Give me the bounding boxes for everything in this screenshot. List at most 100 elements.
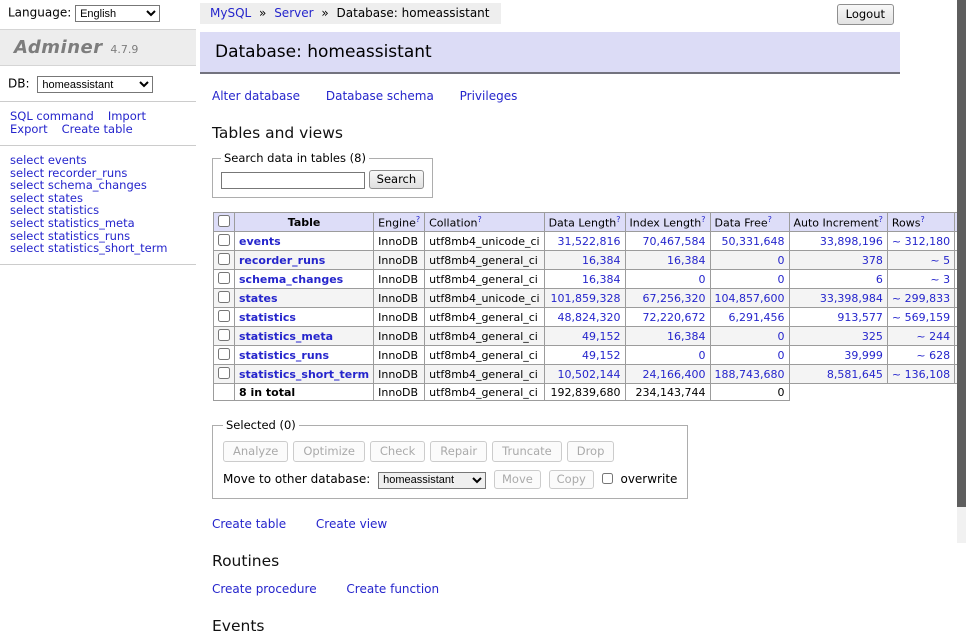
rows-cell[interactable]: ~ 299,833 (887, 289, 954, 308)
breadcrumb-item[interactable]: MySQL (210, 6, 251, 20)
create-function-link[interactable]: Create function (346, 582, 439, 596)
copy-button[interactable]: Copy (549, 470, 594, 489)
data-length-cell[interactable]: 49,152 (544, 346, 625, 365)
help-link[interactable]: ? (616, 215, 620, 224)
help-link[interactable]: ? (879, 215, 883, 224)
privileges-link[interactable]: Privileges (460, 89, 518, 103)
sidebar-sql-command-link[interactable]: SQL command (10, 109, 94, 123)
logout-button[interactable]: Logout (837, 4, 894, 25)
check-button[interactable]: Check (370, 441, 425, 462)
table-name-link[interactable]: recorder_runs (239, 254, 325, 267)
index-length-cell[interactable]: 16,384 (625, 327, 710, 346)
row-checkbox[interactable] (218, 310, 230, 322)
help-link[interactable]: ? (768, 215, 772, 224)
data-free-cell[interactable]: 0 (710, 346, 789, 365)
data-free-cell[interactable]: 6,291,456 (710, 308, 789, 327)
vertical-scrollbar[interactable] (957, 0, 966, 543)
help-link[interactable]: ? (477, 215, 481, 224)
alter-database-link[interactable]: Alter database (212, 89, 300, 103)
data-free-cell[interactable]: 188,743,680 (710, 365, 789, 384)
data-free-cell[interactable]: 0 (710, 327, 789, 346)
search-input[interactable] (221, 172, 365, 189)
rows-cell[interactable]: ~ 5 (887, 251, 954, 270)
scrollbar-thumb[interactable] (957, 0, 966, 507)
truncate-button[interactable]: Truncate (492, 441, 562, 462)
db-select[interactable]: homeassistant (37, 76, 153, 93)
create-procedure-link[interactable]: Create procedure (212, 582, 317, 596)
index-length-cell[interactable]: 24,166,400 (625, 365, 710, 384)
help-link[interactable]: ? (416, 215, 420, 224)
auto-increment-cell[interactable]: 8,581,645 (789, 365, 887, 384)
sidebar-select-link[interactable]: select statistics_short_term (10, 242, 196, 255)
auto-increment-cell[interactable]: 378 (789, 251, 887, 270)
rows-cell[interactable]: ~ 3 (887, 270, 954, 289)
rows-cell[interactable]: ~ 628 (887, 346, 954, 365)
data-free-cell[interactable]: 50,331,648 (710, 232, 789, 251)
row-checkbox[interactable] (218, 253, 230, 265)
drop-button[interactable]: Drop (567, 441, 615, 462)
optimize-button[interactable]: Optimize (293, 441, 365, 462)
table-name-link[interactable]: statistics_meta (239, 330, 333, 343)
rows-cell[interactable]: ~ 312,180 (887, 232, 954, 251)
repair-button[interactable]: Repair (430, 441, 487, 462)
index-length-cell[interactable]: 70,467,584 (625, 232, 710, 251)
sidebar-create-table-link[interactable]: Create table (62, 122, 133, 136)
row-checkbox[interactable] (218, 329, 230, 341)
rows-cell[interactable]: ~ 569,159 (887, 308, 954, 327)
create-view-link[interactable]: Create view (316, 517, 387, 531)
data-length-cell[interactable]: 16,384 (544, 251, 625, 270)
move-db-select[interactable]: homeassistant (378, 472, 486, 489)
analyze-button[interactable]: Analyze (223, 441, 288, 462)
sidebar-import-link[interactable]: Import (108, 109, 146, 123)
rows-cell[interactable]: ~ 136,108 (887, 365, 954, 384)
sidebar-export-link[interactable]: Export (10, 122, 48, 136)
table-name-link[interactable]: states (239, 292, 278, 305)
sidebar-select-link[interactable]: select events (10, 154, 196, 167)
row-checkbox[interactable] (218, 291, 230, 303)
data-free-cell[interactable]: 0 (710, 251, 789, 270)
table-name-link[interactable]: statistics_short_term (239, 368, 369, 381)
create-table-link[interactable]: Create table (212, 517, 286, 531)
help-link[interactable]: ? (701, 215, 705, 224)
language-select[interactable]: English (75, 5, 160, 22)
search-legend: Search data in tables (8) (221, 151, 369, 165)
help-link[interactable]: ? (920, 215, 924, 224)
auto-increment-cell[interactable]: 33,898,196 (789, 232, 887, 251)
data-length-cell[interactable]: 16,384 (544, 270, 625, 289)
row-checkbox[interactable] (218, 367, 230, 379)
index-length-cell[interactable]: 0 (625, 270, 710, 289)
data-free-cell[interactable]: 104,857,600 (710, 289, 789, 308)
auto-increment-cell[interactable]: 913,577 (789, 308, 887, 327)
index-length-cell[interactable]: 67,256,320 (625, 289, 710, 308)
move-button[interactable]: Move (494, 470, 541, 489)
row-checkbox[interactable] (218, 234, 230, 246)
table-name-link[interactable]: statistics_runs (239, 349, 329, 362)
auto-increment-cell[interactable]: 6 (789, 270, 887, 289)
breadcrumb-item[interactable]: Server (274, 6, 313, 20)
index-length-cell[interactable]: 0 (625, 346, 710, 365)
rows-cell[interactable]: ~ 244 (887, 327, 954, 346)
overwrite-checkbox[interactable] (602, 473, 613, 484)
table-name-link[interactable]: events (239, 235, 281, 248)
data-length-cell[interactable]: 101,859,328 (544, 289, 625, 308)
data-length-cell[interactable]: 48,824,320 (544, 308, 625, 327)
auto-increment-cell[interactable]: 33,398,984 (789, 289, 887, 308)
select-all-checkbox[interactable] (218, 215, 230, 227)
index-length-cell[interactable]: 72,220,672 (625, 308, 710, 327)
sidebar-select-link[interactable]: select schema_changes (10, 179, 196, 192)
auto-increment-cell[interactable]: 39,999 (789, 346, 887, 365)
search-button[interactable]: Search (369, 170, 425, 189)
data-free-cell[interactable]: 0 (710, 270, 789, 289)
data-length-cell[interactable]: 10,502,144 (544, 365, 625, 384)
data-length-cell[interactable]: 31,522,816 (544, 232, 625, 251)
row-checkbox[interactable] (218, 272, 230, 284)
sidebar-select-link[interactable]: select statistics_meta (10, 217, 196, 230)
table-name-link[interactable]: statistics (239, 311, 296, 324)
row-checkbox[interactable] (218, 348, 230, 360)
overwrite-label[interactable]: overwrite (620, 472, 677, 486)
index-length-cell[interactable]: 16,384 (625, 251, 710, 270)
table-name-link[interactable]: schema_changes (239, 273, 343, 286)
auto-increment-cell[interactable]: 325 (789, 327, 887, 346)
database-schema-link[interactable]: Database schema (326, 89, 434, 103)
data-length-cell[interactable]: 49,152 (544, 327, 625, 346)
